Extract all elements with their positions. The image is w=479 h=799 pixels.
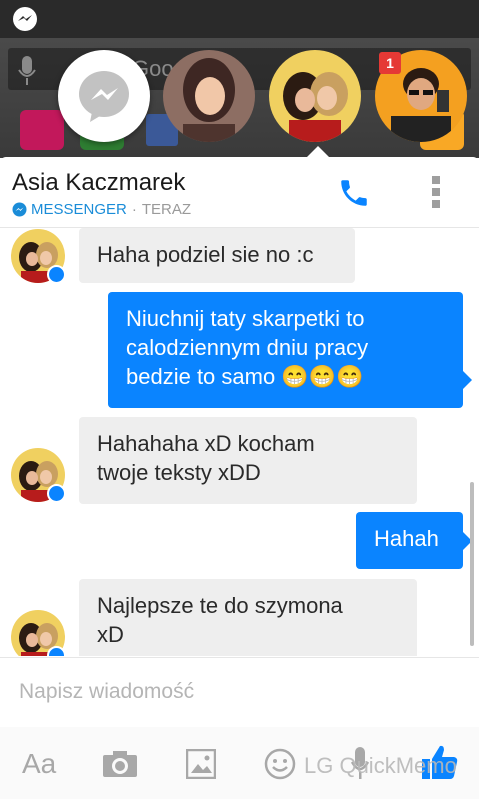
messenger-chathead[interactable] [58, 50, 150, 142]
message-bubble-incoming[interactable]: Hahahaha xD kocham twoje teksty xDD [79, 417, 417, 504]
messenger-badge-icon [47, 265, 66, 284]
messenger-icon [13, 7, 37, 31]
scrollbar[interactable] [470, 482, 474, 646]
message-bubble-outgoing[interactable]: Hahah [356, 512, 463, 569]
emoji-icon[interactable] [264, 748, 296, 780]
contact-photo [163, 50, 255, 142]
contact-chathead-1[interactable] [163, 50, 255, 142]
message-text: Hahah [374, 526, 439, 551]
contact-photo [269, 50, 361, 142]
message-composer[interactable]: Napisz wiadomość [0, 657, 479, 728]
contact-name[interactable]: Asia Kaczmarek [12, 169, 185, 197]
messenger-small-icon [12, 202, 27, 217]
message-text: bedzie to samo 😁😁😁 [126, 364, 364, 389]
message-text: Najlepsze te do szymona [97, 593, 343, 618]
more-vert-icon[interactable] [432, 176, 442, 212]
conversation-header: Asia Kaczmarek MESSENGER · TERAZ [0, 157, 479, 228]
source-label: MESSENGER [31, 201, 127, 218]
message-text: twoje teksty xDD [97, 460, 261, 485]
message-input[interactable]: Napisz wiadomość [19, 680, 194, 704]
unread-badge: 1 [379, 52, 401, 74]
header-subtitle: MESSENGER · TERAZ [12, 201, 191, 218]
message-text: xD [97, 622, 124, 647]
message-text: calodziennym dniu pracy [126, 335, 369, 360]
phone-icon[interactable] [337, 176, 371, 210]
contact-chathead-2[interactable] [269, 50, 361, 142]
messenger-logo-icon [79, 71, 129, 122]
app-icon [20, 110, 64, 150]
image-icon[interactable] [186, 749, 216, 779]
bubble-tail [463, 371, 472, 389]
separator: · [131, 201, 137, 218]
text-aa-icon[interactable]: Aa [22, 748, 56, 780]
message-bubble-incoming[interactable]: Haha podziel sie no :c [79, 228, 355, 283]
time-label: TERAZ [141, 201, 192, 218]
message-text: Niuchnij taty skarpetki to [126, 306, 365, 331]
message-bubble-incoming[interactable]: Najlepsze te do szymona xD [79, 579, 417, 656]
messenger-badge-icon [47, 646, 66, 656]
message-thread: Haha podziel sie no :c Niuchnij taty ska… [0, 228, 479, 656]
mic-icon [18, 56, 36, 85]
lg-quickmemo-overlay: LG QuickMemo [304, 753, 457, 778]
message-text: Hahahaha xD kocham [97, 431, 315, 456]
camera-icon[interactable] [102, 750, 138, 778]
message-text: Haha podziel sie no :c [97, 242, 314, 267]
message-bubble-outgoing[interactable]: Niuchnij taty skarpetki to calodziennym … [108, 292, 463, 408]
messenger-badge-icon [47, 484, 66, 503]
status-bar [0, 0, 479, 38]
